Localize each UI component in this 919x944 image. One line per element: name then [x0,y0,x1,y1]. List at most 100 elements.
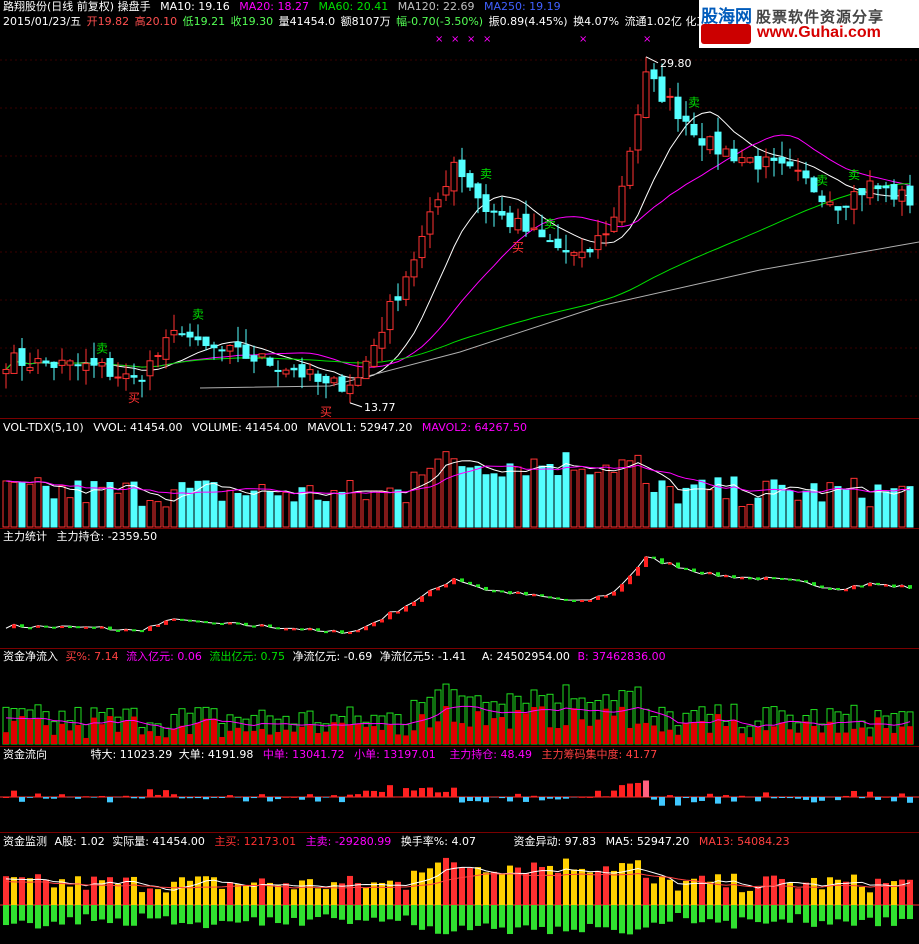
candle-body [658,76,666,102]
main-sell-bar [131,905,137,926]
candle-body [2,368,10,375]
main-force-bar [908,585,912,589]
volume-bar [74,480,82,528]
volume-bar [402,502,410,528]
main-force-bar [436,587,440,591]
main-buy-bar [899,879,905,905]
price-panel[interactable]: 买卖卖买卖买卖卖卖卖29.8013.77×××××××× 路翔股份(日线 前复权… [0,0,919,419]
sell-signal: 卖 [192,307,204,321]
main-buy-bar [483,872,489,905]
main-buy-bar [531,862,537,905]
candlestick-chart[interactable]: 买卖卖买卖买卖卖卖卖29.8013.77×××××××× [0,0,919,418]
candle-body [82,363,90,371]
main-sell-bar [3,905,9,926]
main-buy-bar [795,888,801,905]
fund-monitor-panel[interactable]: 资金监测 A股: 1.02 实际量: 41454.00 主买: 12173.01… [0,833,919,944]
main-buy-bar [851,874,857,905]
inflow-bar [907,726,913,744]
fund-flow-panel[interactable]: 资金流向 特大: 11023.29 大单: 4191.98 中单: 13041.… [0,747,919,833]
flow-up-bar [595,790,601,797]
main-force-bar [260,624,264,627]
main-force-chart[interactable] [0,529,919,648]
volume-bar [330,489,338,528]
candle-body [554,238,562,249]
main-sell-bar [11,905,17,924]
high-price-label: 29.80 [660,57,692,70]
main-buy-bar [771,875,777,905]
main-force-bar [660,558,664,564]
main-sell-bar [779,905,785,920]
inflow-bar [467,726,473,744]
main-force-bar [708,572,712,575]
zl-hold-label: 主力持仓: -2359.50 [56,530,158,543]
volume-bar [202,480,210,528]
main-buy-bar [667,879,673,905]
volume-bar [226,489,234,528]
volume-bar [498,476,506,528]
volume-panel[interactable]: VOL-TDX(5,10) VVOL: 41454.00 VOLUME: 414… [0,419,919,529]
main-force-bar [460,578,464,582]
main-sell-bar [803,905,809,923]
inflow-bar [531,707,537,744]
main-force-panel[interactable]: 主力统计 主力持仓: -2359.50 [0,529,919,649]
close-text: 收19.30 [230,15,274,28]
volume-bar [698,479,706,528]
candle-body [178,333,186,336]
alert-marker: × [467,34,475,45]
vol-name: VOL-TDX(5,10) [3,421,84,434]
main-sell-bar [387,905,393,920]
main-force-bar [404,605,408,612]
candle-body [418,235,426,259]
main-buy-bar [147,888,153,905]
main-force-bar [748,577,752,580]
volume-bar [146,499,154,528]
main-buy-bar [91,876,97,905]
net-inflow-panel[interactable]: 资金净流入 买%: 7.14 流入亿元: 0.06 流出亿元: 0.75 净流亿… [0,649,919,747]
inflow-bar [491,718,497,744]
main-sell-bar [283,905,289,925]
volume-bar [682,487,690,528]
candle-body [618,185,626,223]
main-force-bar [676,562,680,568]
volume-bar [794,499,802,528]
volume-bar [626,460,634,528]
flow-down-bar [315,797,321,802]
inflow-bar [235,727,241,744]
main-sell-bar [339,905,345,920]
volume-bar [170,489,178,528]
main-sell-bar [547,905,553,935]
volume-chart[interactable] [0,419,919,528]
main-sell-bar [331,905,337,919]
flow-up-bar [355,794,361,797]
amplitude-text: 振0.89(4.45%) [488,15,568,28]
main-force-bar [892,584,896,588]
main-sell-bar [459,905,465,926]
volume-bar [50,498,58,528]
flow-up-bar [619,785,625,797]
main-force-bar [468,581,472,585]
volume-bar [818,501,826,528]
sell-signal: 卖 [96,341,108,355]
inflow-ma-line [5,705,911,730]
inflow-bar [291,731,297,744]
candle-body [906,185,914,206]
candle-body [714,131,722,155]
inflow-bar [363,726,369,744]
main-force-bar [332,630,336,633]
candle-body [442,186,450,196]
main-sell-bar [475,905,481,926]
candle-body [754,155,762,170]
inflow-bar [771,726,777,744]
inflow-bar [795,732,801,744]
fund-monitor-chart[interactable] [0,833,919,944]
mavol1-label: MAVOL1: 52947.20 [307,421,413,434]
main-force-bar [108,626,112,630]
candle-body [458,159,466,178]
main-sell-bar [435,905,441,934]
main-buy-bar [739,892,745,905]
flow-up-bar [443,791,449,797]
candle-body [698,138,706,146]
candle-body [362,360,370,380]
candle-body [226,344,234,352]
flow-down-bar [803,797,809,800]
